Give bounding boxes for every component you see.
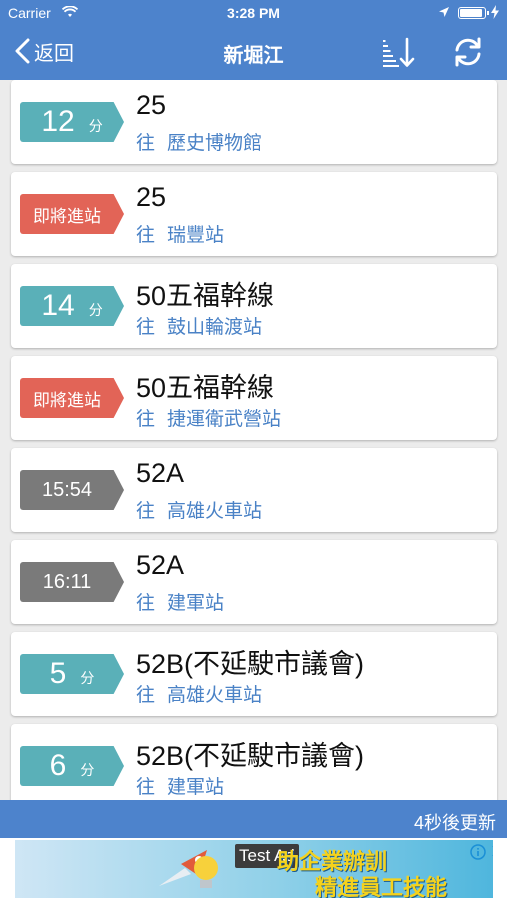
page-title: 新堀江 <box>223 45 284 67</box>
eta-unit: 分 <box>88 302 103 318</box>
status-bar: Carrier 3:28 PM <box>0 0 507 26</box>
battery-icon <box>458 7 489 19</box>
arrival-card[interactable]: 15:54 52A 往高雄火車站 <box>11 448 497 532</box>
route-name: 50五福幹線 <box>136 373 275 403</box>
direction-label: 往 <box>136 777 156 798</box>
eta-clock-time: 15:54 <box>41 478 93 501</box>
destination: 往建軍站 <box>136 772 224 799</box>
auto-update-bar: 4秒後更新 <box>0 800 507 838</box>
arrival-list[interactable]: 12 分 25 往歷史博物館 即將進站 25 往瑞豐站 14 分 50五福幹線 … <box>0 80 507 800</box>
destination-name: 高雄火車站 <box>167 501 263 522</box>
direction-label: 往 <box>136 317 156 338</box>
lightbulb-icon <box>194 856 218 888</box>
eta-badge: 14 分 <box>20 286 124 326</box>
destination: 往鼓山輪渡站 <box>136 312 262 339</box>
eta-badge: 6 分 <box>20 746 124 786</box>
sort-descending-icon[interactable] <box>380 36 416 68</box>
route-name: 25 <box>136 90 167 120</box>
update-countdown: 4秒後更新 <box>413 813 496 833</box>
direction-label: 往 <box>136 501 156 522</box>
destination: 往歷史博物館 <box>136 128 262 155</box>
route-name: 25 <box>136 182 167 212</box>
destination-name: 瑞豐站 <box>167 225 225 246</box>
route-name: 52A <box>136 550 185 580</box>
charging-bolt-icon <box>491 5 499 19</box>
eta-badge: 15:54 <box>20 470 124 510</box>
arrival-card[interactable]: 5 分 52B(不延駛市議會) 往高雄火車站 <box>11 632 497 716</box>
eta-badge: 12 分 <box>20 102 124 142</box>
eta-badge: 即將進站 <box>20 194 124 234</box>
ad-banner-container[interactable]: Test Ad 助企業辦訓 精進員工技能 <box>0 838 507 900</box>
eta-badge: 即將進站 <box>20 378 124 418</box>
destination: 往捷運衛武營站 <box>136 404 281 431</box>
destination: 往建軍站 <box>136 588 224 615</box>
arrival-card[interactable]: 即將進站 50五福幹線 往捷運衛武營站 <box>11 356 497 440</box>
route-name: 50五福幹線 <box>136 281 275 311</box>
arrival-card[interactable]: 12 分 25 往歷史博物館 <box>11 80 497 164</box>
destination-name: 高雄火車站 <box>167 685 263 706</box>
arrival-card[interactable]: 即將進站 25 往瑞豐站 <box>11 172 497 256</box>
eta-arriving: 即將進站 <box>33 390 101 410</box>
eta-minutes: 12 <box>41 105 75 138</box>
ad-close-icon[interactable] <box>491 844 493 858</box>
eta-minutes: 6 <box>49 749 67 782</box>
eta-unit: 分 <box>88 118 103 134</box>
eta-clock-time: 16:11 <box>42 570 92 593</box>
arrival-card[interactable]: 16:11 52A 往建軍站 <box>11 540 497 624</box>
destination-name: 鼓山輪渡站 <box>167 317 263 338</box>
app-header: Carrier 3:28 PM 返回 新堀江 <box>0 0 507 80</box>
direction-label: 往 <box>136 593 156 614</box>
refresh-icon[interactable] <box>450 36 486 68</box>
nav-bar: 返回 新堀江 <box>0 26 507 80</box>
destination-name: 捷運衛武營站 <box>167 409 282 430</box>
arrival-card[interactable]: 6 分 52B(不延駛市議會) 往建軍站 <box>11 724 497 800</box>
eta-minutes: 14 <box>41 289 75 322</box>
ad-banner[interactable]: Test Ad 助企業辦訓 精進員工技能 <box>15 840 493 898</box>
direction-label: 往 <box>136 133 156 154</box>
destination: 往瑞豐站 <box>136 220 224 247</box>
route-name: 52A <box>136 458 185 488</box>
direction-label: 往 <box>136 409 156 430</box>
eta-unit: 分 <box>80 762 95 778</box>
arrival-card[interactable]: 14 分 50五福幹線 往鼓山輪渡站 <box>11 264 497 348</box>
destination: 往高雄火車站 <box>136 496 262 523</box>
eta-minutes: 5 <box>49 657 67 690</box>
ad-info-icon[interactable] <box>470 844 486 860</box>
route-name: 52B(不延駛市議會) <box>136 741 365 771</box>
direction-label: 往 <box>136 225 156 246</box>
eta-unit: 分 <box>80 670 95 686</box>
eta-badge: 5 分 <box>20 654 124 694</box>
eta-arriving: 即將進站 <box>33 206 101 226</box>
eta-badge: 16:11 <box>20 562 124 602</box>
location-arrow-icon <box>439 7 449 17</box>
ad-slogan-line2: 精進員工技能 <box>315 875 448 898</box>
destination: 往高雄火車站 <box>136 680 262 707</box>
destination-name: 歷史博物館 <box>167 133 263 154</box>
status-time: 3:28 PM <box>227 5 280 21</box>
destination-name: 建軍站 <box>167 593 225 614</box>
route-name: 52B(不延駛市議會) <box>136 649 365 679</box>
destination-name: 建軍站 <box>167 777 225 798</box>
direction-label: 往 <box>136 685 156 706</box>
